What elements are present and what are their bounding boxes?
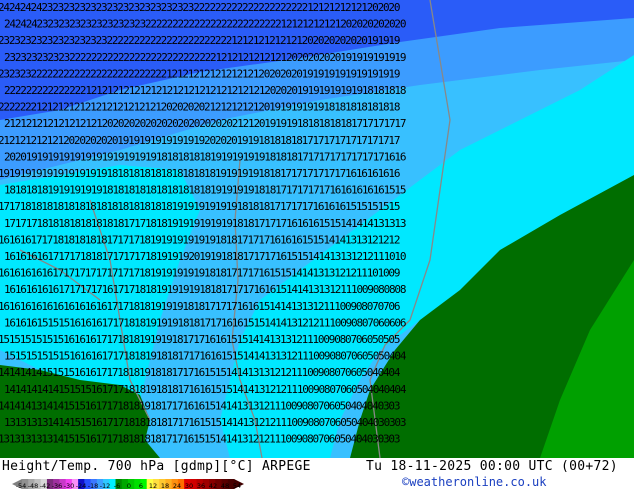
label-row: 1818181819191919191818181818181818181819…	[4, 184, 406, 197]
label-row: 1919191919191919191918181818181818181818…	[0, 167, 400, 180]
label-row: 1414141415151516161717181819181817171615…	[0, 366, 401, 379]
scale-tick-label: 6	[138, 482, 144, 490]
scale-tick-label: -18	[87, 482, 99, 490]
label-row: 1515151515151616161717181819191918171716…	[0, 333, 400, 346]
label-row: 2424242323232323232323232322222222222222…	[4, 18, 406, 31]
scale-tick-label: -42	[39, 482, 51, 490]
label-row: 1414141414151515161717181819181817161615…	[4, 383, 407, 396]
label-row: 2020191919191919191919191919181818181819…	[4, 150, 406, 163]
label-row: 1515151515151616161717181819181817171616…	[4, 350, 407, 363]
scale-tick-label: -48	[27, 482, 39, 490]
label-row: 1616161616171717171717171718191919191918…	[0, 267, 400, 280]
scale-tick-label: 30	[184, 482, 194, 490]
label-row: 2121212121212020202020191919191919191920…	[0, 134, 400, 147]
label-row: 2323232323232222222222222222222222222221…	[4, 51, 406, 64]
label-row: 2121212121212121212020202020202020202020…	[4, 117, 406, 130]
label-row: 1616161717181818181817171718191919191919…	[0, 233, 400, 246]
label-row: 2222222222222221212121212121212121212121…	[4, 84, 406, 97]
credit-link[interactable]: ©weatheronline.co.uk	[402, 475, 547, 489]
scale-tick-label: 12	[148, 482, 158, 490]
label-row: 2424242423232323232323232323232323232222…	[0, 1, 400, 14]
label-row: 2323232222222222222222222222222121212121…	[0, 67, 400, 80]
temperature-contour-labels: 2424242423232323232323232323232323232222…	[0, 1, 408, 446]
scale-tick-label: -36	[51, 482, 63, 490]
scale-tick-label: -30	[63, 482, 75, 490]
scale-tick-label: 48	[220, 482, 230, 490]
valid-time: Tu 18-11-2025 00:00 UTC (00+72)	[366, 459, 618, 474]
scale-tick-label: 24	[172, 482, 182, 490]
scale-tick-label: -24	[75, 482, 87, 490]
scale-tick-label: 18	[160, 482, 170, 490]
scale-tick-label: 42	[208, 482, 218, 490]
scale-tick-label: -6	[113, 482, 121, 490]
label-row: 2222222121212121212121212121212020202021…	[0, 101, 400, 114]
label-row: 1414141314141515161717181819181717161615…	[0, 399, 400, 412]
label-row: 1616161617171718181717171718191919201919…	[4, 250, 406, 263]
label-row: 1616161616161616161617171818191919181817…	[0, 300, 400, 313]
label-row: 1313131314141515161717181818181717161515…	[4, 416, 406, 429]
label-row: 1616161515151616161717181819191918181717…	[4, 316, 406, 329]
scale-tick-label: 54	[232, 482, 242, 490]
weather-map[interactable]: 2424242423232323232323232323232323232222…	[0, 0, 634, 458]
map-title: Height/Temp. 700 hPa [gdmp][°C] ARPEGE	[2, 459, 311, 474]
label-row: 1717171818181818181818171718181919191919…	[4, 217, 406, 230]
label-row: 1313131313141515161717181818181717161515…	[0, 433, 400, 446]
map-footer: Height/Temp. 700 hPa [gdmp][°C] ARPEGE T…	[0, 458, 634, 490]
scale-tick-label: 36	[196, 482, 206, 490]
scale-tick-label: -12	[99, 482, 111, 490]
scale-tick-label: -54	[15, 482, 27, 490]
label-row: 1616161616171717171617171818191919191818…	[4, 283, 406, 296]
scale-tick-label: 0	[126, 482, 132, 490]
label-row: 1717181818181818181818181818181819191919…	[0, 200, 400, 213]
label-row: 2323232323232323232322222222222222222222…	[0, 34, 400, 47]
